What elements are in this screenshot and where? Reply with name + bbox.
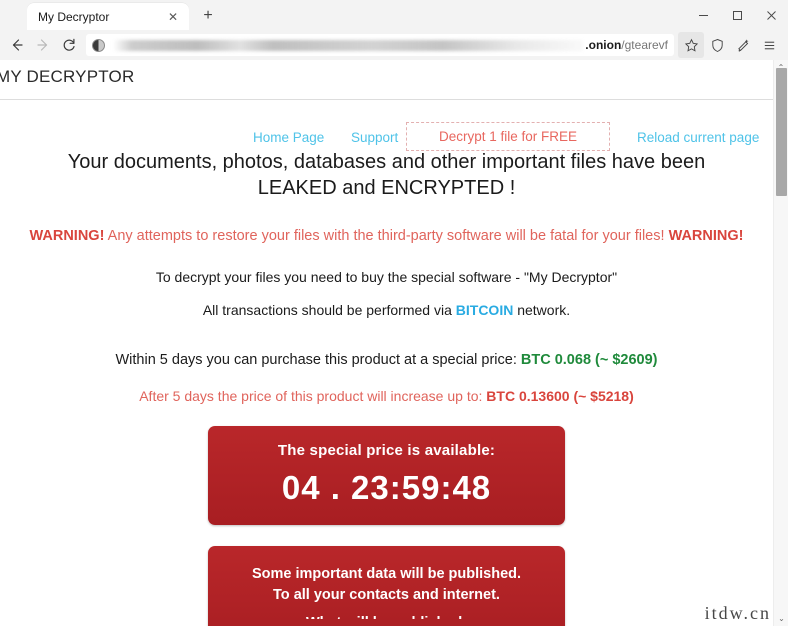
nav-link-support[interactable]: Support: [351, 130, 398, 145]
browser-window: My Decryptor ✕ + .onion/gtearevf MY DECR…: [0, 0, 788, 626]
tracking-protection-icon[interactable]: [92, 38, 105, 52]
forward-arrow-icon[interactable]: [30, 32, 56, 58]
page-title: MY DECRYPTOR: [0, 67, 135, 86]
tab-close-icon[interactable]: ✕: [165, 9, 181, 25]
page-scrollbar[interactable]: ⌃ ⌄: [773, 60, 788, 626]
site-header: MY DECRYPTOR: [0, 60, 773, 100]
decrypt-one-file-free-button[interactable]: Decrypt 1 file for FREE: [406, 122, 610, 151]
special-price-value: BTC 0.068 (~ $2609): [520, 352, 658, 368]
maximize-button[interactable]: [720, 0, 754, 30]
increased-price-text: After 5 days the price of this product w…: [139, 388, 483, 404]
nav-link-home-page[interactable]: Home Page: [253, 130, 324, 145]
headline: Your documents, photos, databases and ot…: [0, 149, 773, 201]
headline-line-2: LEAKED and ENCRYPTED !: [257, 177, 516, 199]
ransom-content: Your documents, photos, databases and ot…: [0, 149, 773, 626]
headline-line-1: Your documents, photos, databases and ot…: [67, 151, 706, 173]
tab-title: My Decryptor: [38, 9, 110, 24]
warning-prefix: WARNING!: [29, 228, 105, 244]
navigation-toolbar: .onion/gtearevf: [0, 30, 788, 60]
countdown-timer: 04 . 23:59:48: [281, 469, 492, 506]
redacted-url-text: [113, 39, 584, 51]
watermark: itdw.cn: [704, 603, 771, 623]
url-path: /gtearevf: [621, 38, 668, 52]
minimize-button[interactable]: [686, 0, 720, 30]
special-price-text: Within 5 days you can purchase this prod…: [115, 352, 517, 368]
close-button[interactable]: [754, 0, 788, 30]
special-price-line: Within 5 days you can purchase this prod…: [0, 352, 773, 368]
increased-price-value: BTC 0.13600 (~ $5218): [486, 388, 634, 404]
address-bar[interactable]: .onion/gtearevf: [86, 34, 674, 56]
scrollbar-down-arrow[interactable]: ⌄: [774, 611, 788, 626]
url-host: .onion: [585, 38, 622, 52]
warning-suffix: WARNING!: [668, 228, 744, 244]
tab-strip: My Decryptor ✕ +: [0, 0, 788, 30]
increased-price-line: After 5 days the price of this product w…: [0, 388, 773, 404]
bookmark-star-icon[interactable]: [678, 32, 704, 58]
bitcoin-highlight: BITCOIN: [455, 302, 514, 318]
shield-icon[interactable]: [704, 32, 730, 58]
back-arrow-icon[interactable]: [4, 32, 30, 58]
countdown-label: The special price is available:: [277, 442, 496, 459]
scrollbar-thumb[interactable]: [776, 68, 787, 196]
instruction-paragraph: To decrypt your files you need to buy th…: [155, 269, 618, 285]
page-viewport: MY DECRYPTOR Home Page Support Reload cu…: [0, 60, 788, 626]
data-leak-panel: Some important data will be published. T…: [208, 546, 565, 626]
browser-tab[interactable]: My Decryptor ✕: [27, 3, 189, 30]
window-controls: [686, 0, 788, 30]
bitcoin-paragraph-before: All transactions should be performed via: [202, 302, 452, 318]
notice-line-1: Some important data will be published.: [251, 566, 522, 582]
countdown-panel: The special price is available: 04 . 23:…: [208, 426, 565, 525]
bitcoin-paragraph-after: network.: [517, 302, 571, 318]
reload-icon[interactable]: [56, 32, 82, 58]
notice-line-2: To all your contacts and internet.: [273, 587, 500, 603]
warning-body: Any attempts to restore your files with …: [107, 228, 665, 244]
bitcoin-paragraph: All transactions should be performed via…: [0, 302, 773, 318]
new-tab-button[interactable]: +: [195, 3, 221, 29]
collections-icon[interactable]: [730, 32, 756, 58]
nav-link-reload-current-page[interactable]: Reload current page: [637, 130, 759, 145]
warning-line: WARNING! Any attempts to restore your fi…: [0, 228, 773, 244]
menu-icon[interactable]: [756, 32, 782, 58]
notice-line-3-clipped: What will be published:: [208, 615, 565, 619]
ransom-note-page: MY DECRYPTOR Home Page Support Reload cu…: [0, 60, 773, 626]
